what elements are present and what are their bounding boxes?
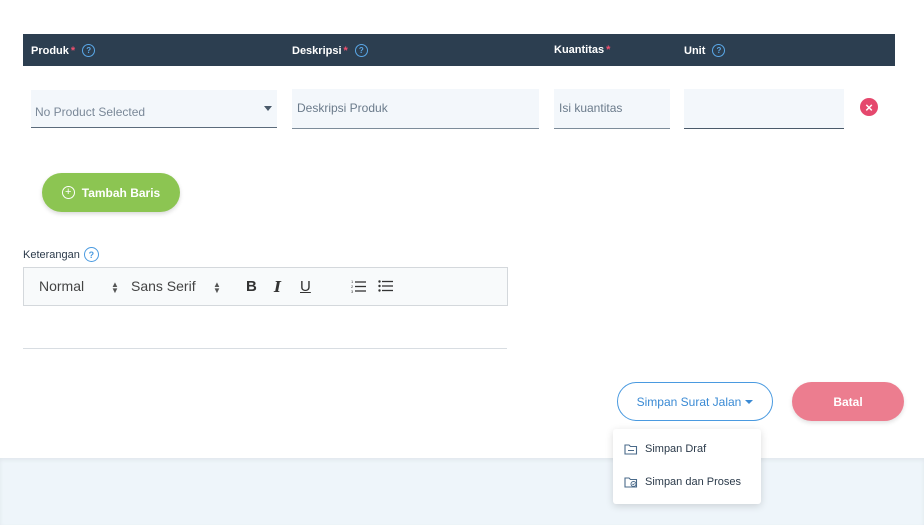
svg-text:3: 3 (351, 289, 354, 293)
help-icon[interactable]: ? (712, 44, 726, 57)
chevron-down-icon (264, 106, 272, 111)
required-mark: * (343, 44, 348, 57)
chevron-down-icon (745, 400, 754, 404)
select-arrows-icon: ▲ ▼ (213, 280, 221, 295)
menu-item-save-draft[interactable]: Simpan Draf (624, 443, 706, 455)
required-mark: * (606, 44, 611, 56)
plus-circle-icon: + (61, 186, 75, 199)
header-unit: Unit ? (684, 44, 726, 57)
header-unit-label: Unit (684, 44, 706, 57)
cancel-button[interactable]: Batal (792, 382, 904, 421)
product-table-header: Produk * ? Deskripsi * ? Kuantitas * Uni… (23, 34, 895, 66)
rich-text-toolbar: Normal ▲ ▼ Sans Serif ▲ ▼ B I U 1 2 3 (23, 267, 508, 306)
quantity-input[interactable]: Isi kuantitas (554, 89, 670, 129)
help-icon[interactable]: ? (354, 44, 368, 57)
save-button-label: Simpan Surat Jalan (636, 394, 742, 409)
font-select-value: Sans Serif (131, 278, 196, 294)
page-footer-band (0, 458, 924, 525)
italic-button[interactable]: I (274, 278, 281, 296)
font-select[interactable]: Sans Serif ▲ ▼ (131, 278, 221, 295)
header-produk: Produk * ? (31, 44, 96, 57)
header-deskripsi: Deskripsi * ? (292, 44, 368, 57)
add-row-label: Tambah Baris (81, 185, 161, 200)
draft-folder-icon (624, 444, 638, 455)
bold-button[interactable]: B (246, 278, 257, 295)
help-icon[interactable]: ? (83, 247, 99, 262)
process-folder-icon (624, 477, 638, 488)
quantity-placeholder: Isi kuantitas (559, 101, 623, 115)
underline-button[interactable]: U (300, 278, 311, 295)
header-kuantitas: Kuantitas * (554, 44, 610, 56)
header-produk-label: Produk (31, 44, 69, 57)
format-select[interactable]: Normal ▲ ▼ (39, 278, 119, 295)
menu-item-label: Simpan Draf (645, 443, 707, 455)
ordered-list-icon[interactable]: 1 2 3 (351, 279, 366, 297)
editor-area[interactable] (23, 348, 507, 349)
required-mark: * (70, 44, 76, 57)
keterangan-label-text: Keterangan (23, 248, 80, 261)
menu-item-save-process[interactable]: Simpan dan Proses (624, 476, 741, 488)
product-select-value: No Product Selected (35, 105, 146, 119)
description-input[interactable]: Deskripsi Produk (292, 89, 539, 129)
header-deskripsi-label: Deskripsi (292, 44, 342, 57)
add-row-button[interactable]: + Tambah Baris (42, 173, 180, 212)
save-dropdown-menu: Simpan Draf Simpan dan Proses (613, 429, 761, 504)
save-delivery-note-button[interactable]: Simpan Surat Jalan (617, 382, 773, 421)
select-arrows-icon: ▲ ▼ (111, 280, 119, 295)
bullet-list-icon[interactable] (378, 279, 393, 297)
unit-input[interactable] (684, 89, 844, 129)
remove-row-icon[interactable]: × (860, 98, 878, 116)
description-placeholder: Deskripsi Produk (297, 101, 388, 115)
menu-item-label: Simpan dan Proses (645, 476, 741, 488)
format-select-value: Normal (39, 278, 85, 294)
keterangan-label: Keterangan ? (23, 247, 99, 262)
cancel-button-label: Batal (833, 394, 863, 409)
help-icon[interactable]: ? (82, 44, 96, 57)
product-select[interactable]: No Product Selected (31, 90, 277, 128)
header-kuantitas-label: Kuantitas (554, 44, 605, 56)
